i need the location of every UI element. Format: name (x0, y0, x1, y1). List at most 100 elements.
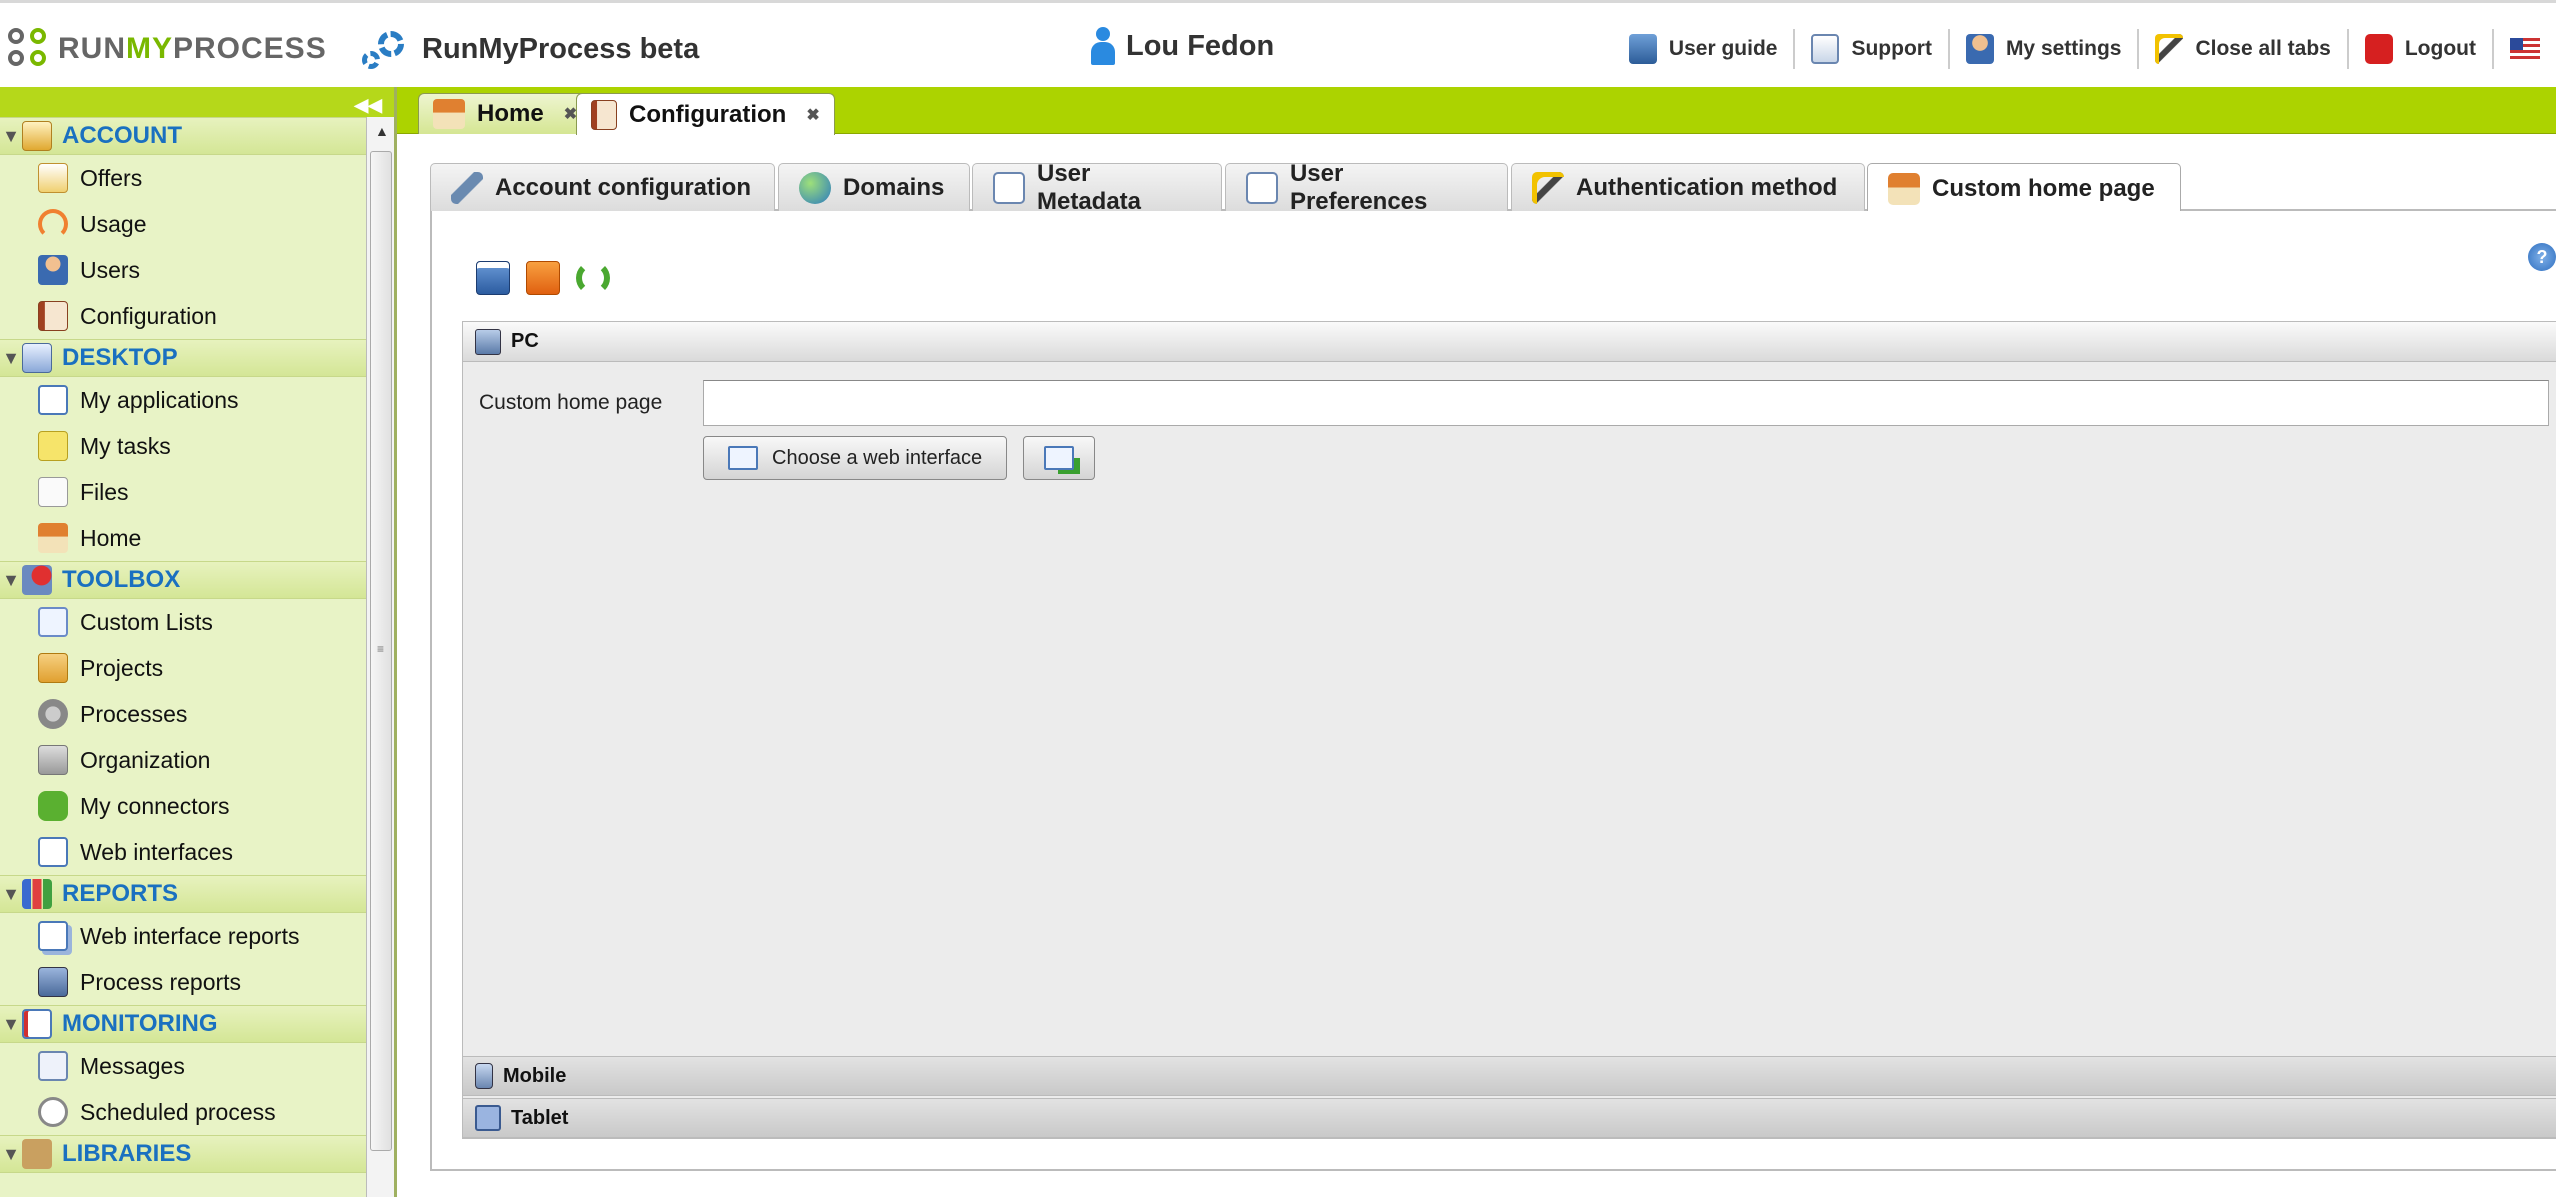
new-web-interface-button[interactable] (1023, 436, 1096, 480)
web-interface-icon (728, 446, 758, 470)
sidebar-item-my-tasks[interactable]: My tasks (0, 423, 368, 469)
sidebar-menu: ▼ ACCOUNT Offers Usage Users Configuratio… (0, 117, 368, 1173)
add-web-interface-icon (1044, 446, 1075, 470)
logo-text: RUNMYPROCESS (58, 32, 327, 65)
sidebar-item-custom-lists[interactable]: Custom Lists (0, 599, 368, 645)
close-all-tabs-link[interactable]: Close all tabs (2137, 29, 2346, 69)
expand-triangle-icon: ▼ (2, 125, 20, 146)
sidebar-item-projects[interactable]: Projects (0, 645, 368, 691)
custom-home-page-label: Custom home page (479, 391, 663, 414)
custom-home-page-panel: ? PC Custom home page Choose a web inter… (430, 211, 2556, 1171)
close-tab-icon[interactable]: ✖ (806, 105, 819, 125)
tab-user-preferences[interactable]: User Preferences (1225, 160, 1508, 215)
desktop-icon (22, 343, 52, 373)
custom-home-page-input[interactable] (703, 380, 2549, 426)
section-toolbox[interactable]: ▼ TOOLBOX (0, 561, 368, 599)
expand-triangle-icon: ▼ (2, 347, 20, 368)
metadata-icon (993, 171, 1025, 204)
grip-icon: ≡ (377, 642, 385, 656)
sidebar-item-processes[interactable]: Processes (0, 691, 368, 737)
custom-lists-icon (38, 607, 68, 637)
collapse-sidebar-icon[interactable]: ◀◀ (354, 95, 382, 116)
files-icon (38, 477, 68, 507)
section-tablet-header[interactable]: Tablet (463, 1098, 2556, 1138)
tab-account-configuration[interactable]: Account configuration (430, 163, 775, 211)
section-account[interactable]: ▼ ACCOUNT (0, 117, 368, 155)
sidebar-header: ◀◀ (0, 87, 394, 117)
rss-feed-icon[interactable] (526, 261, 560, 295)
preferences-icon (1246, 171, 1278, 204)
scrollbar-thumb[interactable]: ≡ (370, 151, 392, 1151)
tab-user-metadata[interactable]: User Metadata (972, 160, 1222, 215)
expand-triangle-icon: ▼ (2, 1143, 20, 1164)
tab-configuration[interactable]: Configuration ✖ (576, 93, 835, 135)
sidebar-item-users[interactable]: Users (0, 247, 368, 293)
home-icon (433, 99, 465, 129)
runmyprocess-logo[interactable]: RUNMYPROCESS (6, 21, 327, 77)
power-icon (2364, 34, 2393, 64)
sidebar-item-scheduled-process[interactable]: Scheduled process (0, 1089, 368, 1135)
web-interfaces-icon (38, 837, 68, 867)
section-pc-header[interactable]: PC (463, 322, 2556, 362)
sidebar-item-offers[interactable]: Offers (0, 155, 368, 201)
messages-icon (38, 1051, 68, 1081)
device-accordion: PC Custom home page Choose a web interfa… (462, 321, 2556, 1139)
processes-icon (38, 699, 68, 729)
expand-triangle-icon: ▼ (2, 883, 20, 904)
sidebar-item-messages[interactable]: Messages (0, 1043, 368, 1089)
tab-home[interactable]: Home ✖ (418, 93, 593, 134)
magic-wand-icon (1532, 171, 1564, 204)
tab-domains[interactable]: Domains (778, 163, 970, 211)
mobile-icon (475, 1063, 493, 1089)
refresh-icon[interactable] (576, 261, 610, 295)
magic-wand-icon (2155, 34, 2184, 64)
sidebar: ◀◀ ▼ ACCOUNT Offers Usage Users Configura… (0, 87, 397, 1197)
help-icon[interactable]: ? (2528, 243, 2556, 271)
user-guide-link[interactable]: User guide (1613, 29, 1794, 69)
sidebar-item-home[interactable]: Home (0, 515, 368, 561)
users-icon (38, 255, 68, 285)
sidebar-item-web-interface-reports[interactable]: Web interface reports (0, 913, 368, 959)
section-monitoring[interactable]: ▼ MONITORING (0, 1005, 368, 1043)
user-settings-icon (1965, 34, 1994, 64)
current-user: Lou Fedon (1090, 27, 1274, 65)
gear-icon (360, 27, 408, 71)
tasks-icon (38, 431, 68, 461)
book-icon (1628, 34, 1657, 64)
support-link[interactable]: Support (1793, 29, 1947, 69)
sidebar-item-my-applications[interactable]: My applications (0, 377, 368, 423)
section-desktop[interactable]: ▼ DESKTOP (0, 339, 368, 377)
libraries-icon (22, 1139, 52, 1169)
reports-icon (22, 879, 52, 909)
section-libraries[interactable]: ▼ LIBRARIES (0, 1135, 368, 1173)
sidebar-item-usage[interactable]: Usage (0, 201, 368, 247)
sidebar-item-configuration[interactable]: Configuration (0, 293, 368, 339)
sidebar-item-files[interactable]: Files (0, 469, 368, 515)
my-settings-link[interactable]: My settings (1947, 29, 2138, 69)
configuration-icon (38, 301, 68, 331)
panel-toolbar (476, 261, 610, 295)
sidebar-scrollbar[interactable]: ▲ ≡ (366, 117, 394, 1197)
envelope-warning-icon (1811, 34, 1840, 64)
sidebar-item-my-connectors[interactable]: My connectors (0, 783, 368, 829)
sidebar-item-process-reports[interactable]: Process reports (0, 959, 368, 1005)
scroll-up-arrow-icon[interactable]: ▲ (375, 123, 389, 139)
app-title: RunMyProcess beta (360, 27, 699, 71)
tab-authentication-method[interactable]: Authentication method (1511, 163, 1865, 211)
sidebar-item-web-interfaces[interactable]: Web interfaces (0, 829, 368, 875)
config-subtabs: Account configuration Domains User Metad… (430, 160, 2556, 215)
choose-web-interface-button[interactable]: Choose a web interface (703, 436, 1008, 480)
sidebar-item-organization[interactable]: Organization (0, 737, 368, 783)
logout-link[interactable]: Logout (2346, 29, 2492, 69)
tab-custom-home-page[interactable]: Custom home page (1867, 163, 2181, 213)
custom-home-page-row: Custom home page (479, 380, 2549, 426)
home-icon (38, 523, 68, 553)
top-links: User guide Support My settings Close all… (1613, 27, 2556, 71)
language-selector[interactable] (2492, 29, 2556, 69)
tablet-icon (475, 1105, 501, 1131)
save-icon[interactable] (476, 261, 510, 295)
toolbox-icon (22, 565, 52, 595)
section-reports[interactable]: ▼ REPORTS (0, 875, 368, 913)
home-icon (1888, 172, 1920, 205)
section-mobile-header[interactable]: Mobile (463, 1056, 2556, 1096)
